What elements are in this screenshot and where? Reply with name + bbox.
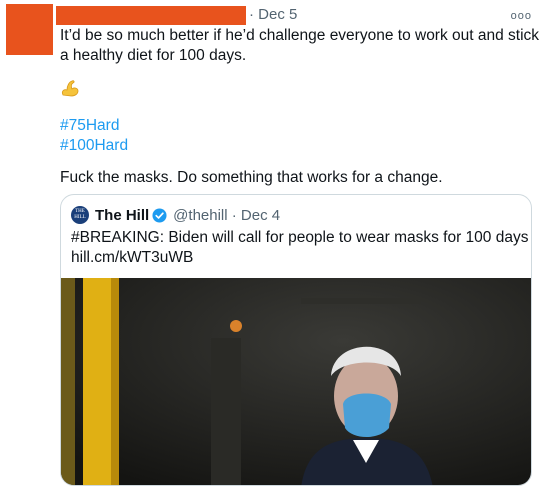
tweet-text-line-2: a healthy diet for 100 days. [60, 47, 247, 64]
tweet-text-line-1: It’d be so much better if he’d challenge… [60, 27, 540, 44]
hashtag-link[interactable]: #75Hard [60, 116, 128, 136]
hashtag-link[interactable]: #100Hard [60, 136, 128, 156]
username-redaction [56, 6, 246, 25]
quoted-tweet-text: #BREAKING: Biden will call for people to… [71, 228, 529, 268]
quoted-tweet-photo[interactable] [61, 278, 531, 486]
quoted-tweet-link[interactable]: hill.cm/kWT3uWB [71, 248, 521, 268]
quoted-tweet-line: #BREAKING: Biden will call for people to… [71, 229, 529, 246]
quoted-tweet-card[interactable]: THE HILL The Hill @thehill · Dec 4 #BREA… [60, 194, 532, 486]
avatar-redaction [6, 4, 53, 55]
more-options-icon[interactable]: ooo [511, 10, 532, 22]
tweet-closing-text: Fuck the masks. Do something that works … [60, 169, 443, 186]
hashtag-list: #75Hard #100Hard [60, 116, 128, 156]
quoted-author-name[interactable]: The Hill [95, 207, 149, 224]
tweet-date[interactable]: · Dec 5 [249, 6, 297, 23]
quoted-tweet-header: THE HILL The Hill @thehill · Dec 4 [71, 205, 280, 225]
verified-badge-icon [152, 207, 167, 223]
tweet-text: It’d be so much better if he’d challenge… [60, 26, 540, 66]
the-hill-logo-icon: THE HILL [71, 206, 89, 224]
quoted-author-handle[interactable]: @thehill · Dec 4 [173, 207, 280, 224]
flexed-biceps-icon [61, 80, 79, 97]
